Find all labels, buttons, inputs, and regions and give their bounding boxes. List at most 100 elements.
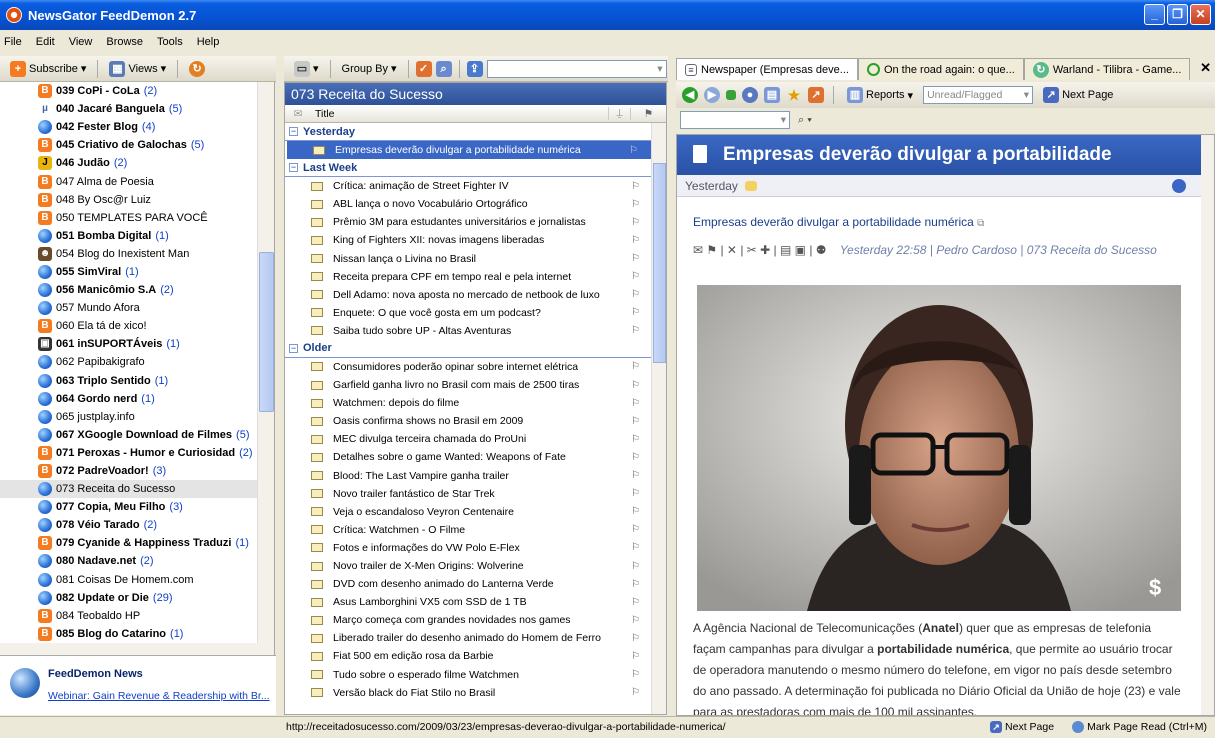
menu-file[interactable]: File	[4, 36, 22, 48]
stop-icon[interactable]	[726, 90, 736, 100]
feed-item[interactable]: B 060 Ela tá de xico!	[0, 317, 274, 335]
group-by-button[interactable]: Group By ▾	[338, 61, 401, 76]
flag-icon[interactable]: ⚐	[631, 488, 640, 499]
right-splitter[interactable]	[668, 82, 676, 715]
views-button[interactable]: ▦ Views ▾	[105, 60, 170, 78]
flag-icon[interactable]: ⚐	[631, 199, 640, 210]
subscribe-button[interactable]: + Subscribe ▾	[6, 60, 90, 78]
flag-icon[interactable]: ⚐	[631, 633, 640, 644]
article-feed-link[interactable]: 073 Receita do Sucesso	[1027, 243, 1157, 257]
article-row[interactable]: Crítica: animação de Street Fighter IV ⚐	[285, 177, 666, 195]
flag-column-icon[interactable]: ⚑	[630, 107, 666, 120]
article-list-scrollbar[interactable]	[651, 123, 666, 714]
feed-item[interactable]: 064 Gordo nerd (1)	[0, 390, 274, 408]
flag-icon[interactable]: ⚐	[631, 434, 640, 445]
feed-item[interactable]: 051 Bomba Digital (1)	[0, 227, 274, 245]
article-filter-combo[interactable]: ▾	[486, 59, 667, 78]
flag-icon[interactable]: ⚐	[631, 361, 640, 372]
flag-icon[interactable]: ⚐	[631, 325, 640, 336]
tab-warland[interactable]: ↻ Warland - Tilibra - Game...	[1023, 58, 1191, 80]
article-row[interactable]: Liberado trailer do desenho animado do H…	[285, 629, 666, 647]
feed-item[interactable]: µ 040 Jacaré Banguela (5)	[0, 100, 274, 118]
article-link[interactable]: Empresas deverão divulgar a portabilidad…	[693, 215, 984, 229]
feed-item[interactable]: 042 Fester Blog (4)	[0, 118, 274, 136]
refresh-button[interactable]: ↻	[185, 60, 209, 78]
flag-icon[interactable]: ⚐	[631, 470, 640, 481]
article-row[interactable]: Prêmio 3M para estudantes universitários…	[285, 213, 666, 231]
article-action-icons[interactable]: ✉ ⚑ | ✕ | ✂ ✚ | ▤ ▣ | ⚉	[693, 243, 827, 257]
article-row[interactable]: Oasis confirma shows no Brasil em 2009 ⚐	[285, 412, 666, 430]
article-row[interactable]: Novo trailer de X-Men Origins: Wolverine…	[285, 557, 666, 575]
article-row[interactable]: Asus Lamborghini VX5 com SSD de 1 TB ⚐	[285, 593, 666, 611]
article-row[interactable]: King of Fighters XII: novas imagens libe…	[285, 231, 666, 249]
unread-flagged-combo[interactable]: Unread/Flagged ▾	[923, 86, 1034, 104]
feed-item[interactable]: B 047 Alma de Poesia	[0, 172, 274, 190]
minimize-button[interactable]: _	[1144, 4, 1165, 25]
feed-item[interactable]: 056 Manicômio S.A (2)	[0, 281, 274, 299]
reader-scrollbar[interactable]	[1201, 135, 1214, 715]
article-group-header[interactable]: − Older	[285, 340, 666, 358]
feed-item[interactable]: ▣ 061 inSUPORTÁveis (1)	[0, 335, 274, 353]
article-row[interactable]: Fotos e informações do VW Polo E-Flex ⚐	[285, 539, 666, 557]
article-row[interactable]: Watchmen: depois do filme ⚐	[285, 394, 666, 412]
feed-list-scrollbar[interactable]	[257, 82, 274, 655]
flag-icon[interactable]: ⚐	[631, 651, 640, 662]
flag-icon[interactable]: ⚐	[631, 271, 640, 282]
feed-item[interactable]: B 048 By Osc@r Luiz	[0, 191, 274, 209]
article-row[interactable]: Novo trailer fantástico de Star Trek ⚐	[285, 485, 666, 503]
article-row[interactable]: Receita prepara CPF em tempo real e pela…	[285, 268, 666, 286]
next-page-button[interactable]: ↗ Next Page	[1039, 86, 1117, 104]
feed-item[interactable]: 055 SimViral (1)	[0, 263, 274, 281]
article-row[interactable]: Empresas deverão divulgar a portabilidad…	[287, 141, 664, 160]
feed-item[interactable]: B 039 CoPi - CoLa (2)	[0, 82, 274, 100]
flag-icon[interactable]: ⚐	[631, 416, 640, 427]
article-row[interactable]: Consumidores poderão opinar sobre intern…	[285, 358, 666, 376]
menu-tools[interactable]: Tools	[157, 36, 183, 48]
article-row[interactable]: Veja o escandaloso Veyron Centenaire ⚐	[285, 503, 666, 521]
feed-item[interactable]: 067 XGoogle Download de Filmes (5)	[0, 426, 274, 444]
feed-item[interactable]: B 085 Blog do Catarino (1)	[0, 625, 274, 643]
feed-item[interactable]: B 050 TEMPLATES PARA VOCÊ	[0, 209, 274, 227]
feed-item[interactable]: 062 Papibakigrafo	[0, 353, 274, 371]
flag-icon[interactable]: ⚐	[631, 597, 640, 608]
title-column-header[interactable]: Title	[311, 108, 608, 120]
menu-view[interactable]: View	[69, 36, 93, 48]
read-state-column-icon[interactable]: ✉	[285, 108, 311, 120]
layout-button[interactable]: ▭ ▾	[290, 60, 323, 78]
article-row[interactable]: Garfield ganha livro no Brasil com mais …	[285, 376, 666, 394]
article-row[interactable]: MEC divulga terceira chamada do ProUni ⚐	[285, 430, 666, 448]
feed-item[interactable]: 081 Coisas De Homem.com	[0, 571, 274, 589]
flag-icon[interactable]: ⚐	[631, 217, 640, 228]
close-button[interactable]: ✕	[1190, 4, 1211, 25]
flag-icon[interactable]: ⚐	[631, 253, 640, 264]
article-row[interactable]: Tudo sobre o esperado filme Watchmen ⚐	[285, 666, 666, 684]
restore-button[interactable]: ❐	[1167, 4, 1188, 25]
article-group-header[interactable]: − Last Week	[285, 159, 666, 178]
article-row[interactable]: Versão black do Fiat Stilo no Brasil ⚐	[285, 684, 666, 702]
back-icon[interactable]: ◀	[682, 87, 698, 103]
flag-icon[interactable]: ⚐	[631, 669, 640, 680]
close-tab-icon[interactable]: ✕	[1200, 60, 1211, 76]
menu-help[interactable]: Help	[197, 36, 220, 48]
article-row[interactable]: Fiat 500 em edição rosa da Barbie ⚐	[285, 647, 666, 665]
article-row[interactable]: Blood: The Last Vampire ganha trailer ⚐	[285, 467, 666, 485]
feed-item[interactable]: 082 Update or Die (29)	[0, 589, 274, 607]
feed-item[interactable]: 077 Copia, Meu Filho (3)	[0, 498, 274, 516]
flag-icon[interactable]: ⚐	[631, 542, 640, 553]
flag-icon[interactable]: ⚐	[631, 452, 640, 463]
print-icon[interactable]: ▤	[764, 87, 780, 103]
search-icon[interactable]: ⌕	[435, 60, 452, 77]
article-row[interactable]: Dell Adamo: nova aposta no mercado de ne…	[285, 286, 666, 304]
article-group-header[interactable]: − Yesterday	[285, 123, 666, 141]
feed-item[interactable]: 073 Receita do Sucesso	[0, 480, 274, 499]
article-row[interactable]: Detalhes sobre o game Wanted: Weapons of…	[285, 448, 666, 466]
export-icon[interactable]: ⇪	[466, 60, 483, 77]
article-row[interactable]: Março começa com grandes novidades nos g…	[285, 611, 666, 629]
flag-icon[interactable]: ⚐	[631, 524, 640, 535]
flag-icon[interactable]: ⚐	[629, 145, 638, 156]
article-row[interactable]: ABL lança o novo Vocabulário Ortográfico…	[285, 195, 666, 213]
forward-icon[interactable]: ▶	[704, 87, 720, 103]
flag-icon[interactable]: ⚐	[631, 579, 640, 590]
feed-item[interactable]: 080 Nadave.net (2)	[0, 552, 274, 570]
feed-item[interactable]: B 045 Criativo de Galochas (5)	[0, 136, 274, 154]
